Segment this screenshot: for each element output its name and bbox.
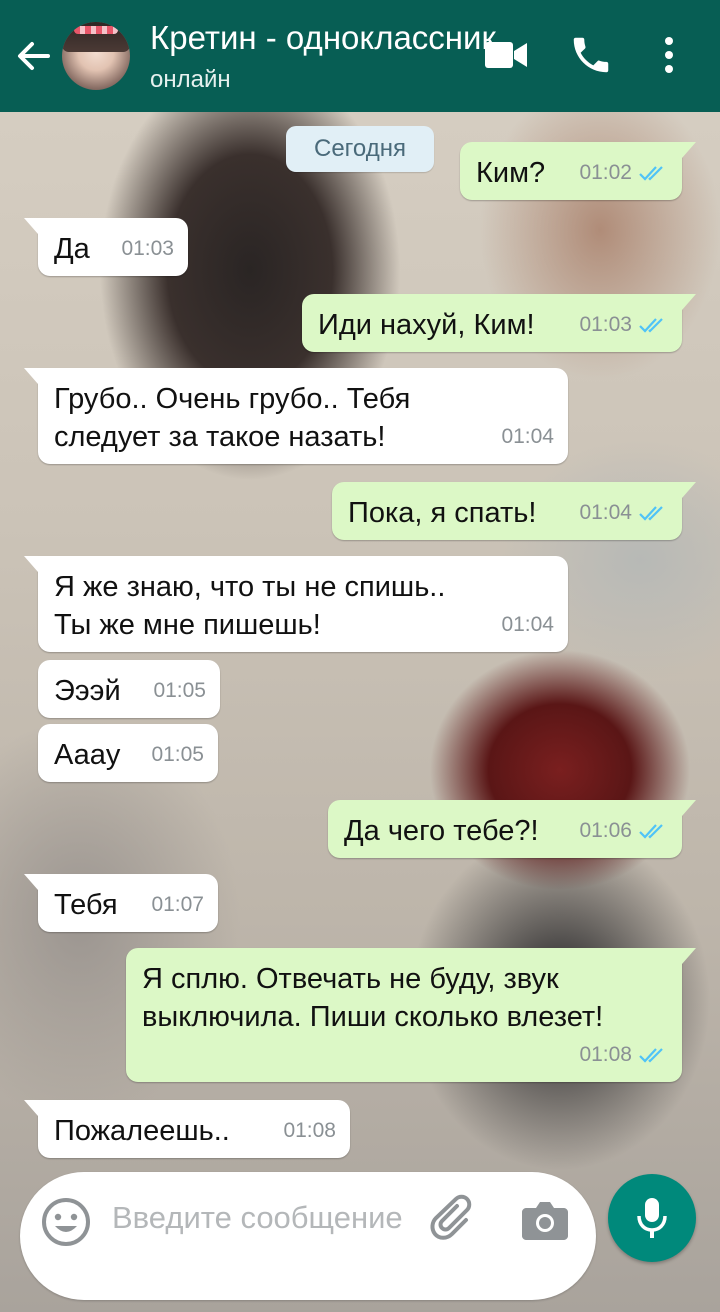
back-button[interactable] (12, 36, 56, 76)
video-call-button[interactable] (483, 38, 529, 72)
paperclip-icon (430, 1194, 472, 1240)
double-check-icon (639, 318, 663, 333)
phone-icon (573, 37, 609, 73)
message-time: 01:05 (151, 743, 204, 766)
outgoing-message[interactable]: Да чего тебе?! 01:06 (328, 800, 696, 858)
outgoing-message[interactable]: Ким? 01:02 (460, 142, 696, 200)
message-input[interactable]: Введите сообщение (112, 1198, 412, 1238)
message-time: 01:04 (501, 425, 554, 448)
contact-avatar[interactable] (62, 22, 130, 90)
message-time: 01:03 (121, 237, 174, 260)
outgoing-message[interactable]: Я сплю. Отвечать не буду, звук выключила… (126, 948, 696, 1082)
avatar-flower-crown (74, 26, 118, 34)
message-meta: 01:03 (121, 230, 174, 268)
message-meta: 01:05 (151, 736, 204, 774)
message-meta: 01:04 (501, 418, 554, 456)
message-time: 01:08 (283, 1119, 336, 1142)
outgoing-message[interactable]: Пока, я спать! 01:04 (332, 482, 696, 540)
incoming-message[interactable]: Я же знаю, что ты не спишь.. Ты же мне п… (24, 556, 568, 652)
emoji-button[interactable] (40, 1196, 92, 1248)
message-time: 01:03 (579, 313, 632, 336)
chat-header: Кретин - одноклассник онлайн (0, 0, 720, 112)
message-meta: 01:05 (153, 672, 206, 710)
incoming-message[interactable]: Тебя 01:07 (24, 874, 218, 932)
incoming-message[interactable]: Да 01:03 (24, 218, 188, 276)
message-meta: 01:06 (579, 812, 668, 850)
microphone-icon (637, 1198, 667, 1238)
double-check-icon (639, 1048, 663, 1063)
incoming-message[interactable]: Аааy 01:05 (38, 724, 218, 782)
camera-button[interactable] (520, 1196, 570, 1244)
contact-status: онлайн (150, 66, 231, 93)
message-time: 01:05 (153, 679, 206, 702)
more-vert-icon (665, 37, 673, 73)
date-separator: Сегодня (286, 126, 434, 172)
double-check-icon (639, 824, 663, 839)
message-text: Я сплю. Отвечать не буду, звук выключила… (142, 963, 604, 1033)
message-text: Грубо.. Очень грубо.. Тебя следует за та… (54, 383, 411, 453)
message-text: Я же знаю, что ты не спишь.. Ты же мне п… (54, 571, 446, 641)
emoji-icon (42, 1198, 90, 1246)
message-time: 01:04 (579, 501, 632, 524)
message-meta: 01:08 (579, 1036, 668, 1074)
message-meta: 01:08 (283, 1112, 336, 1150)
incoming-message[interactable]: Эээй 01:05 (38, 660, 220, 718)
double-check-icon (639, 166, 663, 181)
message-meta: 01:02 (579, 154, 668, 192)
message-meta: 01:04 (579, 494, 668, 532)
menu-button[interactable] (654, 32, 684, 78)
contact-name[interactable]: Кретин - одноклассник (150, 18, 496, 58)
incoming-message[interactable]: Пожалеешь.. 01:08 (24, 1100, 350, 1158)
video-camera-icon (485, 42, 527, 68)
message-time: 01:02 (579, 161, 632, 184)
message-time: 01:07 (151, 893, 204, 916)
message-time: 01:08 (579, 1043, 632, 1066)
message-time: 01:04 (501, 613, 554, 636)
voice-message-button[interactable] (608, 1174, 696, 1262)
double-check-icon (639, 506, 663, 521)
incoming-message[interactable]: Грубо.. Очень грубо.. Тебя следует за та… (24, 368, 568, 464)
message-composer: Введите сообщение (20, 1172, 596, 1300)
outgoing-message[interactable]: Иди нахуй, Ким! 01:03 (302, 294, 696, 352)
message-meta: 01:04 (501, 606, 554, 644)
voice-call-button[interactable] (568, 32, 614, 78)
camera-icon (522, 1202, 568, 1240)
arrow-left-icon (18, 42, 50, 70)
message-meta: 01:03 (579, 306, 668, 344)
message-time: 01:06 (579, 819, 632, 842)
message-meta: 01:07 (151, 886, 204, 924)
wallpaper-decoration (64, 130, 71, 154)
attach-button[interactable] (428, 1194, 480, 1246)
